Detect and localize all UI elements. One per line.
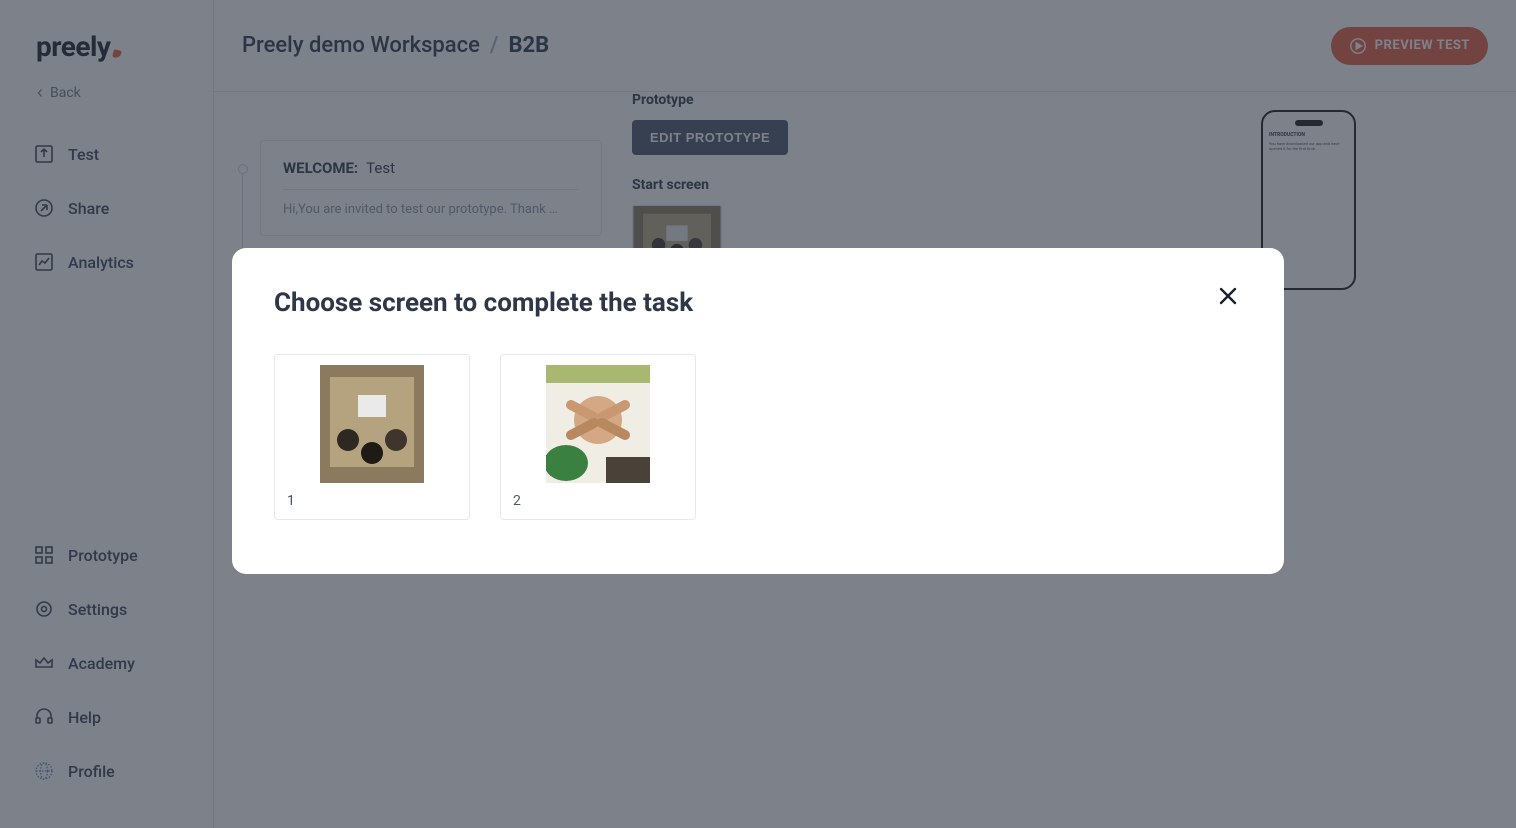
screen-number: 2 xyxy=(511,493,685,509)
modal-title: Choose screen to complete the task xyxy=(274,288,1242,318)
screen-option-2[interactable]: 2 xyxy=(500,354,696,520)
screen-option-1[interactable]: 1 xyxy=(274,354,470,520)
choose-screen-modal: Choose screen to complete the task xyxy=(232,248,1284,574)
close-icon xyxy=(1219,287,1237,305)
fist-bump-photo-icon xyxy=(546,365,650,483)
screen-2-image xyxy=(511,365,685,483)
modal-overlay[interactable]: Choose screen to complete the task xyxy=(0,0,1516,828)
screen-1-image xyxy=(285,365,459,483)
screen-number: 1 xyxy=(285,493,459,509)
meeting-photo-icon xyxy=(320,365,424,483)
screen-grid: 1 2 xyxy=(274,354,1242,520)
close-button[interactable] xyxy=(1216,284,1240,308)
